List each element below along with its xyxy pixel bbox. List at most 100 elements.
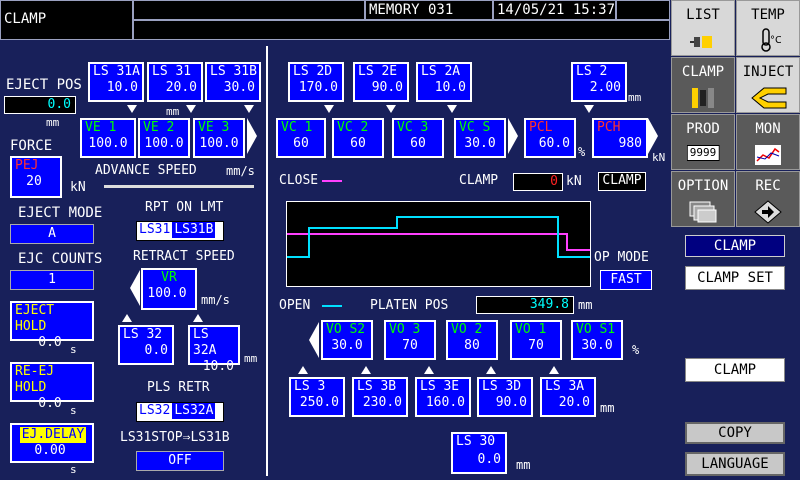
marker-ls-32 [122, 314, 132, 322]
marker-ls-2a [447, 105, 457, 113]
ls-3d-box[interactable]: LS 3D 90.0 [477, 377, 533, 417]
ve-3-box[interactable]: VE 3 100.0 [193, 118, 245, 158]
ve-2-box[interactable]: VE 2 100.0 [138, 118, 190, 158]
rec-button[interactable]: REC [736, 171, 800, 227]
vo-2-name: VO 2 [451, 322, 483, 337]
op-mode-value[interactable]: FAST [600, 270, 652, 290]
pls-ls32a-option[interactable]: LS32A [172, 403, 216, 419]
ls-3-box[interactable]: LS 3 250.0 [289, 377, 345, 417]
force-box[interactable]: PEJ 20 [10, 156, 62, 198]
re-ej-hold-box[interactable]: RE-EJ HOLD 0.0 [10, 362, 94, 411]
high-pressure-arrow [648, 118, 658, 154]
counter-icon: 9999 [686, 145, 720, 161]
vc-3-box[interactable]: VC 3 60 [392, 118, 444, 158]
vr-box[interactable]: VR 100.0 [141, 268, 197, 310]
rpt-on-lmt-label: RPT ON LMT [145, 200, 224, 215]
vr-value: 100.0 [147, 286, 187, 301]
ls-3-value: 250.0 [299, 395, 339, 410]
clamp-status: CLAMP [598, 172, 646, 191]
vo-1-box[interactable]: VO 1 70 [510, 320, 562, 360]
ls31stop-value[interactable]: OFF [136, 451, 224, 471]
ls-2e-box[interactable]: LS 2E 90.0 [353, 62, 409, 102]
ls-31a-box[interactable]: LS 31A 10.0 [88, 62, 144, 102]
pls-ls32-option[interactable]: LS32 [137, 403, 172, 419]
ls-32-box[interactable]: LS 32 0.0 [118, 325, 174, 365]
pcl-box[interactable]: PCL 60.0 [524, 118, 576, 158]
svg-text:°C: °C [770, 35, 781, 46]
ls-2d-box[interactable]: LS 2D 170.0 [288, 62, 344, 102]
prod-label: PROD [686, 121, 720, 137]
rpt-ls31b-option[interactable]: LS31B [172, 222, 216, 238]
section-divider [266, 46, 268, 476]
ls-2e-value: 90.0 [371, 80, 403, 95]
marker-ls-3a [549, 366, 559, 374]
vc-s-box[interactable]: VC S 30.0 [454, 118, 506, 158]
vc-2-box[interactable]: VC 2 60 [332, 118, 384, 158]
copy-button[interactable]: COPY [685, 422, 785, 444]
prod-button[interactable]: PROD 9999 [671, 114, 735, 170]
pch-name: PCH [594, 120, 646, 136]
ve-3-name: VE 3 [198, 120, 230, 135]
vo-3-box[interactable]: VO 3 70 [384, 320, 436, 360]
option-button[interactable]: OPTION [671, 171, 735, 227]
eject-hold-box[interactable]: EJECT HOLD 0.0 [10, 301, 94, 350]
ls-2-name: LS 2 [573, 64, 625, 80]
vo-s1-value: 30.0 [581, 338, 613, 353]
vo-s1-box[interactable]: VO S1 30.0 [571, 320, 623, 360]
clamp-nav-button[interactable]: CLAMP [671, 57, 735, 113]
header-blank-2 [616, 0, 670, 20]
ve-1-box[interactable]: VE 1 100.0 [80, 118, 136, 158]
inject-button[interactable]: INJECT [736, 57, 800, 113]
vo-2-box[interactable]: VO 2 80 [446, 320, 498, 360]
mon-button[interactable]: MON [736, 114, 800, 170]
clamp-set-button[interactable]: CLAMP SET [685, 266, 785, 290]
rpt-ls31-option[interactable]: LS31 [137, 222, 172, 238]
temp-button[interactable]: TEMP °C [736, 0, 800, 56]
mon-label: MON [755, 121, 781, 137]
ej-delay-box[interactable]: EJ.DELAY 0.00 [10, 423, 94, 463]
advance-speed-line [104, 185, 254, 188]
ls-31-box[interactable]: LS 31 20.0 [147, 62, 203, 102]
pch-box[interactable]: PCH 980 [592, 118, 648, 158]
re-ej-hold-label: RE-EJ HOLD [12, 364, 92, 396]
ej-delay-unit: s [70, 463, 77, 476]
marker-ls-31a [127, 105, 137, 113]
rpt-on-lmt-toggle[interactable]: LS31 LS31B [136, 221, 224, 241]
ls-32-value: 0.0 [144, 343, 168, 358]
ls-32a-box[interactable]: LS 32A 10.0 [188, 325, 240, 374]
eject-mode-value[interactable]: A [10, 224, 94, 244]
clamp-option-button[interactable]: CLAMP [685, 358, 785, 382]
vo-s2-value: 30.0 [331, 338, 363, 353]
clamp-header-button[interactable]: CLAMP [685, 235, 785, 257]
ls-2a-box[interactable]: LS 2A 10.0 [416, 62, 472, 102]
list-button[interactable]: LIST [671, 0, 735, 56]
clamp-profile-svg [287, 216, 590, 258]
vo-s2-box[interactable]: VO S2 30.0 [321, 320, 373, 360]
ls-3b-box[interactable]: LS 3B 230.0 [352, 377, 408, 417]
ls-30-box[interactable]: LS 30 0.0 [451, 432, 507, 474]
vr-tag: VR [143, 270, 195, 286]
ejc-counts-value[interactable]: 1 [10, 270, 94, 290]
vc-2-name: VC 2 [337, 120, 369, 135]
platen-pos-unit: mm [578, 298, 593, 312]
marker-ls-31b [244, 105, 254, 113]
thermometer-icon: °C [755, 27, 782, 53]
open-arrow [309, 322, 319, 358]
ls-2-box[interactable]: LS 2 2.00 [571, 62, 627, 102]
ls-31a-name: LS 31A [90, 64, 142, 80]
temp-label: TEMP [751, 7, 785, 23]
pls-retr-toggle[interactable]: LS32 LS32A [136, 402, 224, 422]
language-button[interactable]: LANGUAGE [685, 452, 785, 476]
ls-31b-value: 30.0 [223, 80, 255, 95]
ls-31-name: LS 31 [149, 64, 201, 80]
ls-2a-value: 10.0 [434, 80, 466, 95]
marker-ls-31 [186, 105, 196, 113]
retract-arrow [130, 270, 140, 306]
vc-1-box[interactable]: VC 1 60 [276, 118, 326, 158]
ls-3e-box[interactable]: LS 3E 160.0 [415, 377, 471, 417]
vo-3-name: VO 3 [389, 322, 421, 337]
open-legend-label: OPEN [279, 298, 311, 313]
ls-3a-box[interactable]: LS 3A 20.0 [540, 377, 596, 417]
ls-31b-box[interactable]: LS 31B 30.0 [205, 62, 261, 102]
ls-31b-name: LS 31B [207, 64, 259, 80]
